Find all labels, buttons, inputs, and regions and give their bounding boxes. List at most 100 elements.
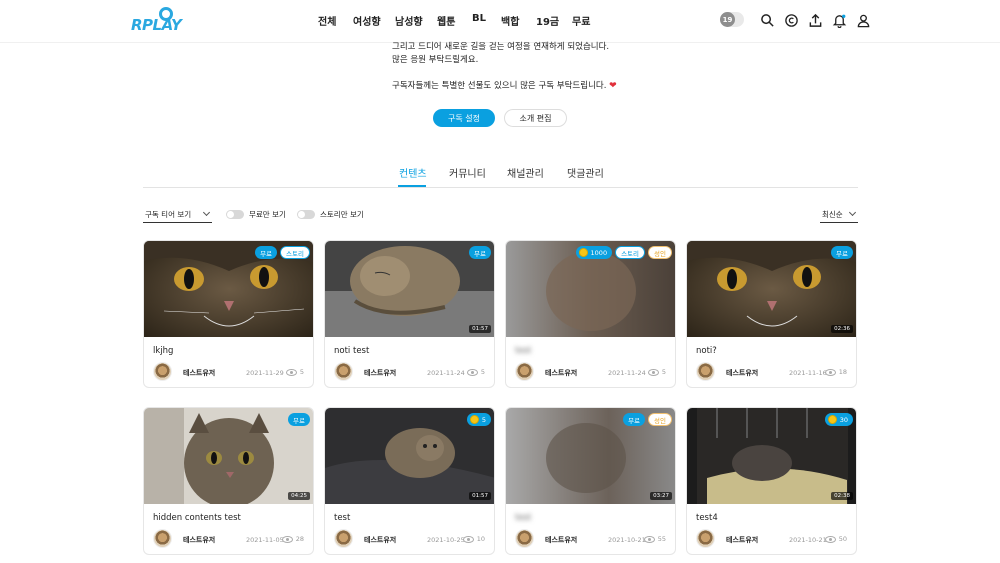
author-avatar[interactable]	[153, 362, 172, 381]
content-thumbnail[interactable]: 무료 스토리	[144, 241, 313, 337]
author-name[interactable]: 테스트유저	[726, 535, 758, 545]
nav-webtoon[interactable]: 웹툰	[437, 13, 455, 28]
view-count: 18	[824, 368, 847, 376]
content-title[interactable]: noti?	[696, 346, 717, 356]
content-title[interactable]: lkjhg	[153, 346, 173, 356]
badge-coin: 5	[466, 413, 491, 426]
author-avatar[interactable]	[696, 362, 715, 381]
author-avatar[interactable]	[153, 529, 172, 548]
sort-label: 최신순	[822, 210, 843, 219]
badge-text: 스토리	[286, 249, 304, 258]
active-tab-indicator	[398, 185, 426, 187]
user-profile-icon[interactable]	[856, 13, 871, 28]
badge-group: 무료	[288, 413, 310, 426]
content-thumbnail[interactable]: 무료 04:25	[144, 408, 313, 504]
content-thumbnail[interactable]: 5 01:57	[325, 408, 494, 504]
eye-icon	[281, 535, 293, 543]
intro-line-3: 구독자들께는 특별한 선물도 있으니 많은 구독 부탁드립니다.	[392, 81, 607, 91]
coin-icon	[827, 415, 837, 424]
view-count-value: 10	[476, 535, 485, 543]
free-only-label: 무료만 보기	[249, 210, 286, 219]
content-title[interactable]: hidden contents test	[153, 513, 241, 523]
nav-female[interactable]: 여성향	[353, 13, 381, 28]
nav-free[interactable]: 무료	[572, 13, 590, 28]
content-title[interactable]: test	[334, 513, 350, 523]
free-only-toggle[interactable]: 무료만 보기	[226, 209, 286, 221]
content-card[interactable]: 무료 스토리 lkjhg 테스트유저 2021-11-29 5	[143, 240, 314, 388]
author-name[interactable]: 테스트유저	[183, 535, 215, 545]
content-thumbnail[interactable]: 무료 01:57	[325, 241, 494, 337]
edit-introduction-button[interactable]: 소개 편집	[504, 109, 567, 127]
tab-contents[interactable]: 컨텐츠	[399, 165, 427, 180]
top-header: RPLAY 전체 여성향 남성향 웹툰 BL 백합 19금 무료 19	[0, 0, 1000, 43]
author-name[interactable]: 테스트유저	[364, 368, 396, 378]
content-card[interactable]: 무료 02:36 noti? 테스트유저 2021-11-16 18	[686, 240, 857, 388]
author-avatar[interactable]	[334, 529, 353, 548]
badge-text: 성인	[654, 416, 666, 425]
tier-filter-dropdown[interactable]: 구독 티어 보기	[143, 207, 212, 223]
nav-adult[interactable]: 19금	[536, 13, 559, 28]
rplay-logo[interactable]: RPLAY	[131, 7, 182, 35]
adult-badge: 19	[720, 12, 735, 27]
author-name[interactable]: 테스트유저	[545, 368, 577, 378]
author-name[interactable]: 테스트유저	[183, 368, 215, 378]
content-title[interactable]: test	[515, 513, 531, 523]
tab-community[interactable]: 커뮤니티	[449, 165, 486, 180]
content-thumbnail[interactable]: 무료 성인 03:27	[506, 408, 675, 504]
author-name[interactable]: 테스트유저	[545, 535, 577, 545]
view-count-value: 5	[480, 368, 485, 376]
header-icons: 19	[720, 12, 870, 30]
author-name[interactable]: 테스트유저	[364, 535, 396, 545]
content-title[interactable]: test4	[696, 513, 718, 523]
eye-icon	[647, 368, 659, 376]
view-count-value: 28	[295, 535, 304, 543]
logo-text: RPLAY	[131, 16, 182, 34]
story-only-label: 스토리만 보기	[320, 210, 364, 219]
content-thumbnail[interactable]: 무료 02:36	[687, 241, 856, 337]
author-avatar[interactable]	[515, 529, 534, 548]
nav-all[interactable]: 전체	[318, 13, 336, 28]
view-count: 5	[647, 368, 666, 376]
content-card[interactable]: 무료 04:25 hidden contents test 테스트유저 2021…	[143, 407, 314, 555]
view-count: 50	[824, 535, 847, 543]
content-thumbnail[interactable]: 1000 스토리 성인	[506, 241, 675, 337]
badge-text: 무료	[293, 416, 305, 425]
content-title[interactable]: test	[515, 346, 531, 356]
search-icon[interactable]	[760, 13, 775, 28]
badge-text: 무료	[260, 249, 273, 258]
nav-yuri[interactable]: 백합	[501, 13, 519, 28]
free-only-switch[interactable]	[226, 210, 244, 219]
tab-channel-management[interactable]: 채널관리	[507, 165, 544, 180]
upload-icon[interactable]	[808, 13, 823, 28]
content-card[interactable]: 1000 스토리 성인 test 테스트유저 2021-11-24 5	[505, 240, 676, 388]
nav-bl[interactable]: BL	[472, 13, 486, 24]
author-avatar[interactable]	[515, 362, 534, 381]
chevron-down-icon	[202, 208, 211, 217]
content-thumbnail[interactable]: 30 02:38	[687, 408, 856, 504]
copyright-icon[interactable]	[784, 13, 799, 28]
tab-comment-management[interactable]: 댓글관리	[567, 165, 604, 180]
nav-male[interactable]: 남성향	[395, 13, 423, 28]
story-only-toggle[interactable]: 스토리만 보기	[297, 209, 367, 221]
content-card[interactable]: 5 01:57 test 테스트유저 2021-10-25 10	[324, 407, 495, 555]
eye-icon	[285, 368, 297, 376]
adult-content-toggle[interactable]: 19	[720, 12, 744, 27]
subscription-settings-button[interactable]: 구독 설정	[433, 109, 495, 127]
content-title[interactable]: noti test	[334, 346, 369, 356]
content-card[interactable]: 무료 01:57 noti test 테스트유저 2021-11-24 5	[324, 240, 495, 388]
heart-icon: ❤	[609, 81, 617, 91]
view-count: 5	[466, 368, 485, 376]
story-only-switch[interactable]	[297, 210, 315, 219]
author-avatar[interactable]	[696, 529, 715, 548]
sort-dropdown[interactable]: 최신순	[820, 207, 858, 223]
badge-text: 스토리	[621, 249, 640, 258]
badge-free: 무료	[469, 246, 491, 259]
eye-icon	[466, 368, 478, 376]
upload-date: 2021-11-24	[608, 369, 646, 377]
content-card[interactable]: 30 02:38 test4 테스트유저 2021-10-21 50	[686, 407, 857, 555]
author-avatar[interactable]	[334, 362, 353, 381]
coin-icon	[578, 248, 588, 257]
content-card[interactable]: 무료 성인 03:27 test 테스트유저 2021-10-21 55	[505, 407, 676, 555]
author-name[interactable]: 테스트유저	[726, 368, 758, 378]
notification-bell-icon[interactable]	[832, 13, 847, 28]
